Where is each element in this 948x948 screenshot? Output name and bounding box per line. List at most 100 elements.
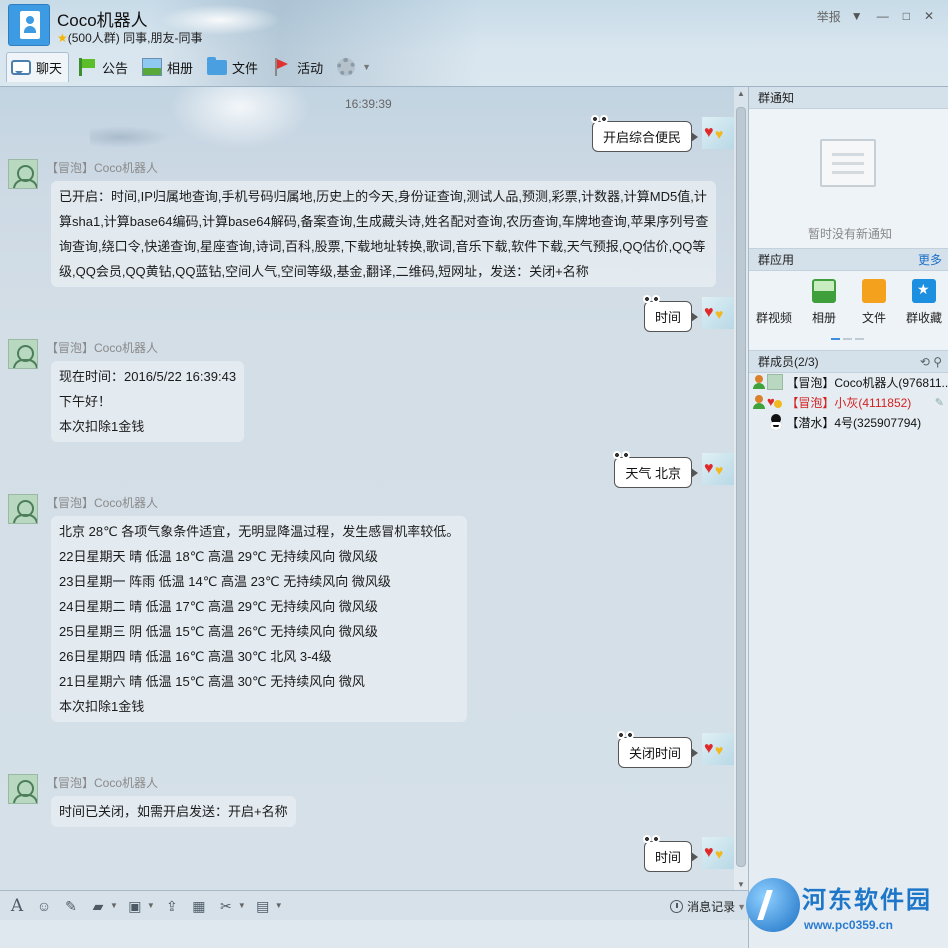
tab-chat[interactable]: 聊天 xyxy=(6,52,70,82)
tab-album-label: 相册 xyxy=(167,60,194,76)
chevron-down-icon[interactable]: ▼ xyxy=(275,901,283,910)
message-bubble[interactable]: 时间已关闭，如需开启发送：开启+名称 xyxy=(51,796,296,827)
notice-title: 群通知 xyxy=(758,91,795,105)
member-tools: ⟲ ⚲ xyxy=(920,351,942,373)
message-bubble[interactable]: 已开启：时间,IP归属地查询,手机号码归属地,历史上的今天,身份证查询,测试人品… xyxy=(51,181,717,287)
tab-chat-label: 聊天 xyxy=(36,61,63,76)
message-bubble[interactable]: 天气 北京 xyxy=(611,450,698,488)
bot-avatar[interactable] xyxy=(8,339,38,369)
refresh-icon[interactable]: ⟲ xyxy=(920,355,930,369)
member-item[interactable]: 【冒泡】Coco机器人(976811... xyxy=(749,373,948,393)
tab-notice[interactable]: 公告 xyxy=(73,52,134,82)
message-line: 本次扣除1金钱 xyxy=(59,419,145,434)
edit-icon[interactable]: ✎ xyxy=(935,393,944,413)
notice-panel: 暂时没有新通知 xyxy=(749,109,948,249)
scroll-up-icon[interactable]: ▲ xyxy=(737,89,745,98)
sender-name[interactable]: 【冒泡】Coco机器人 xyxy=(46,159,158,176)
settings-menu[interactable]: ▼ xyxy=(333,52,377,82)
message-line: 21日星期六 晴 低温 15℃ 高温 30℃ 无持续风向 微风 xyxy=(59,674,365,689)
maximize-icon[interactable]: □ xyxy=(903,9,910,23)
scissors-icon[interactable]: ✂ xyxy=(217,898,235,914)
more-tools-icon[interactable]: ▤ xyxy=(254,898,272,914)
my-avatar[interactable]: ♥ ♥ xyxy=(702,733,734,765)
close-icon[interactable]: ✕ xyxy=(924,9,934,23)
chevron-down-icon[interactable]: ▼ xyxy=(238,901,246,910)
search-icon[interactable]: ⚲ xyxy=(933,355,942,369)
heart-icon: ♥ xyxy=(704,304,714,321)
member-name: 小灰(4111852) xyxy=(834,396,912,410)
sender-name[interactable]: 【冒泡】Coco机器人 xyxy=(46,774,158,791)
watermark-logo-icon xyxy=(746,878,800,932)
bot-avatar[interactable] xyxy=(8,159,38,189)
photo-icon xyxy=(142,58,163,76)
outgoing-message: 天气 北京 ♥ ♥ xyxy=(611,450,734,488)
sender-name[interactable]: 【冒泡】Coco机器人 xyxy=(46,339,158,356)
member-name: Coco机器人(976811... xyxy=(834,376,948,390)
shake-icon[interactable]: ▰ xyxy=(89,898,107,914)
chevron-down-icon[interactable]: ▼ xyxy=(110,901,118,910)
my-avatar[interactable]: ♥ ♥ xyxy=(702,297,734,329)
member-item[interactable]: 【潜水】4号(325907794) xyxy=(749,413,948,433)
group-title[interactable]: Coco机器人 xyxy=(57,6,148,31)
chat-scrollbar[interactable]: ▲ ▼ xyxy=(734,87,748,890)
minimize-icon[interactable]: — xyxy=(877,9,889,23)
tab-files[interactable]: 文件 xyxy=(203,52,264,82)
app-group-video[interactable]: 群视频 xyxy=(751,279,797,326)
member-name: 4号(325907794) xyxy=(834,416,922,430)
message-line: 已开启：时间,IP归属地查询,手机号码归属地,历史上的今天,身份证查询,测试人品… xyxy=(59,189,707,204)
apps-pager[interactable] xyxy=(831,338,867,340)
chevron-down-icon[interactable]: ▼ xyxy=(147,901,155,910)
message-bubble[interactable]: 时间 xyxy=(640,834,699,872)
message-line: 23日星期一 阵雨 低温 14℃ 高温 23℃ 无持续风向 微风级 xyxy=(59,574,391,589)
message-line: 现在时间：2016/5/22 16:39:43 xyxy=(59,369,237,384)
message-bubble[interactable]: 开启综合便民 xyxy=(588,114,699,152)
admin-icon xyxy=(753,375,765,389)
message-bubble[interactable]: 北京 28℃ 各项气象条件适宜，无明显降温过程，发生感冒机率较低。 22日星期天… xyxy=(51,516,468,722)
emoji-icon[interactable]: ☺ xyxy=(35,898,53,914)
image-icon[interactable]: ▣ xyxy=(126,898,144,914)
heart-icon: ♥ xyxy=(715,742,724,758)
heart-icon: ♥ xyxy=(715,846,724,862)
gift-icon[interactable]: ▦ xyxy=(190,898,208,914)
message-line: 时间已关闭，如需开启发送：开启+名称 xyxy=(59,804,288,819)
app-files[interactable]: 文件 xyxy=(851,279,897,326)
apps-title: 群应用 xyxy=(758,253,795,267)
message-input[interactable] xyxy=(0,920,748,948)
chat-message-area[interactable]: 16:39:39 开启综合便民 ♥ ♥ 【冒泡】Coco机器人 已开启：时间,IP… xyxy=(0,86,748,890)
font-icon[interactable]: A xyxy=(8,897,26,914)
scrollbar-thumb[interactable] xyxy=(736,107,746,867)
bot-avatar[interactable] xyxy=(8,494,38,524)
tab-activity[interactable]: 活动 xyxy=(268,52,329,82)
announcement-icon xyxy=(77,58,97,76)
tab-activity-label: 活动 xyxy=(297,60,324,76)
message-bubble[interactable]: 现在时间：2016/5/22 16:39:43 下午好！ 本次扣除1金钱 xyxy=(51,361,245,442)
tab-files-label: 文件 xyxy=(232,60,259,76)
group-tags[interactable]: 同事,朋友-同事 xyxy=(123,31,202,45)
app-album[interactable]: 相册 xyxy=(801,279,847,326)
notice-section-title: 群通知 xyxy=(749,87,948,109)
my-avatar[interactable]: ♥ ♥ xyxy=(702,453,734,485)
message-history-label: 消息记录 xyxy=(687,900,736,914)
upload-icon[interactable]: ⇪ xyxy=(163,898,181,914)
group-avatar[interactable] xyxy=(8,4,50,46)
my-avatar[interactable]: ♥ ♥ xyxy=(702,117,734,149)
chat-bubble-icon xyxy=(11,60,31,75)
message-history-button[interactable]: 消息记录 ▼ xyxy=(670,898,746,915)
heart-icon: ♥ xyxy=(715,126,724,142)
dropdown-arrow-icon[interactable]: ▼ xyxy=(851,9,863,23)
message-line: 算sha1,计算base64编码,计算base64解码,备案查询,生成藏头诗,姓… xyxy=(59,214,709,229)
outgoing-message: 时间 ♥ ♥ xyxy=(640,294,734,332)
bot-avatar[interactable] xyxy=(8,774,38,804)
tab-album[interactable]: 相册 xyxy=(138,52,199,82)
apps-more-link[interactable]: 更多 xyxy=(918,249,942,271)
message-bubble[interactable]: 关闭时间 xyxy=(614,730,699,768)
my-avatar[interactable]: ♥ ♥ xyxy=(702,837,734,869)
message-bubble[interactable]: 时间 xyxy=(640,294,699,332)
report-link[interactable]: 举报 xyxy=(817,8,841,25)
magic-wand-icon[interactable]: ✎ xyxy=(62,898,80,914)
app-favorites[interactable]: 群收藏 xyxy=(901,279,947,326)
member-item[interactable]: 【冒泡】小灰(4111852) ✎ xyxy=(749,393,948,413)
group-toolbar: 聊天 公告 相册 文件 活动 ▼ xyxy=(6,52,381,82)
sender-name[interactable]: 【冒泡】Coco机器人 xyxy=(46,494,158,511)
id-badge-icon xyxy=(20,11,40,39)
